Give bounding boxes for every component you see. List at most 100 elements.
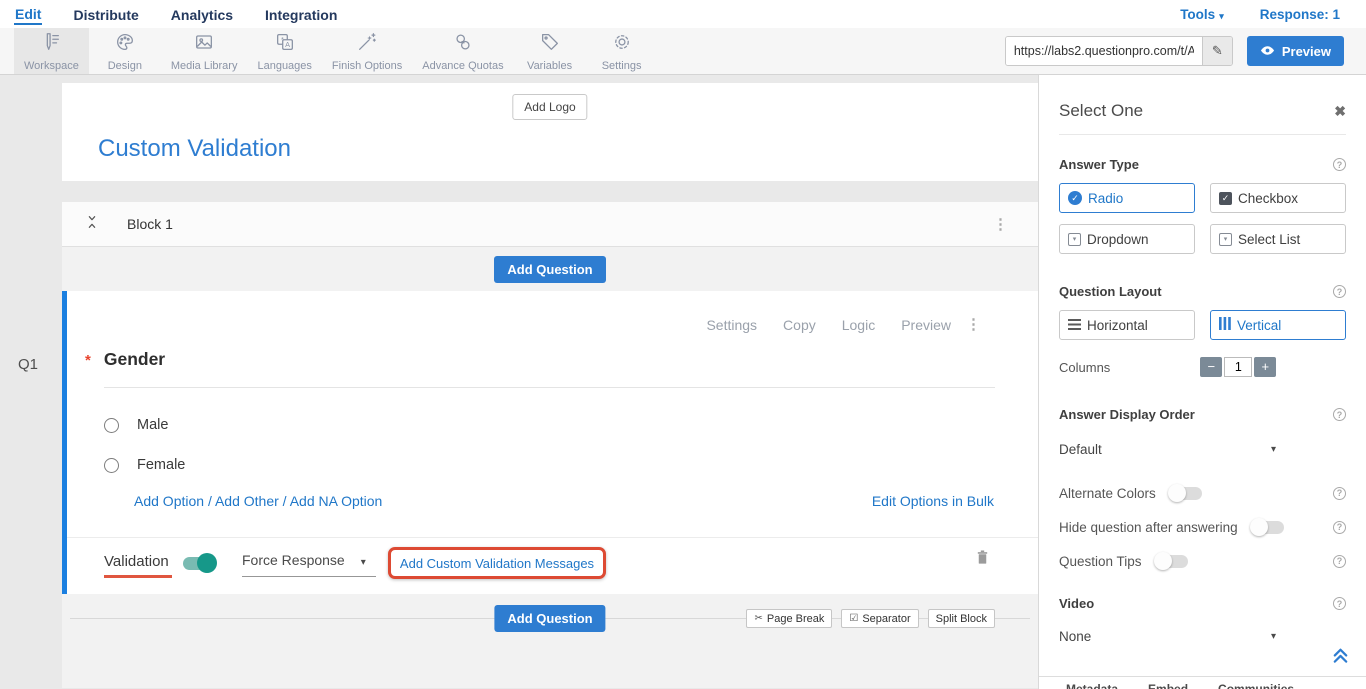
block-container: Block 1 ⋮ Add Question Settings Copy Log… (62, 202, 1038, 688)
collapse-block-icon[interactable] (84, 213, 100, 236)
layout-horizontal-button[interactable]: Horizontal (1059, 310, 1195, 340)
tab-embed[interactable]: Embed (1148, 682, 1188, 689)
block-menu-dots-icon[interactable]: ⋮ (993, 215, 1008, 233)
add-custom-validation-messages-link[interactable]: Add Custom Validation Messages (400, 556, 594, 571)
question-logic-link[interactable]: Logic (842, 317, 875, 333)
answer-type-dropdown-button[interactable]: Dropdown (1059, 224, 1195, 254)
answer-type-radio-button[interactable]: Radio (1059, 183, 1195, 213)
svg-text:A: A (285, 40, 290, 49)
toolbar-tab-advance-quotas[interactable]: Advance Quotas (412, 28, 513, 74)
columns-value-input[interactable] (1224, 357, 1252, 377)
validation-label: Validation (104, 553, 169, 570)
delete-question-trash-icon[interactable] (975, 549, 990, 571)
close-icon[interactable]: ✖ (1334, 103, 1346, 120)
question-settings-link[interactable]: Settings (706, 317, 757, 333)
validation-toggle[interactable] (183, 557, 215, 570)
nav-item-distribute[interactable]: Distribute (72, 4, 139, 24)
toolbar-tab-workspace[interactable]: Workspace (14, 28, 89, 74)
help-icon[interactable] (1333, 487, 1346, 500)
block-title[interactable]: Block 1 (127, 216, 173, 232)
check-circle-icon (1068, 191, 1082, 205)
validation-row-divider (67, 537, 1038, 538)
answer-type-select-list-button[interactable]: Select List (1210, 224, 1346, 254)
nav-item-analytics[interactable]: Analytics (170, 4, 234, 24)
red-underline-annotation (104, 575, 172, 578)
question-index: Q1 (18, 356, 38, 373)
columns-row: Columns − + (1059, 357, 1346, 377)
answer-option-label[interactable]: Female (137, 457, 185, 473)
add-option-link[interactable]: Add Option (134, 493, 204, 509)
radio-button-icon[interactable] (104, 458, 119, 473)
help-icon[interactable] (1333, 285, 1346, 298)
link-separator: / (204, 493, 215, 509)
help-icon[interactable] (1333, 521, 1346, 534)
video-dropdown[interactable]: None ▾ (1059, 629, 1276, 644)
answer-display-order-dropdown[interactable]: Default ▾ (1059, 442, 1276, 457)
tab-metadata[interactable]: Metadata (1066, 682, 1118, 689)
answer-type-options: Radio Checkbox Dropdown Select List (1059, 183, 1346, 254)
preview-button[interactable]: Preview (1247, 36, 1344, 66)
survey-url-input[interactable] (1006, 37, 1202, 65)
add-question-button-top[interactable]: Add Question (494, 256, 605, 283)
toolbar-tab-languages[interactable]: *A Languages (247, 28, 321, 74)
question-preview-link[interactable]: Preview (901, 317, 951, 333)
help-icon[interactable] (1333, 555, 1346, 568)
question-title[interactable]: Gender (104, 349, 165, 370)
edit-url-pencil-icon[interactable]: ✎ (1202, 37, 1232, 65)
add-other-link[interactable]: Add Other (215, 493, 279, 509)
columns-minus-button[interactable]: − (1200, 357, 1222, 377)
toolbar-tab-settings[interactable]: Settings (586, 28, 658, 74)
nav-right: Tools▾ Response: 1 (1180, 7, 1352, 22)
toolbar-tab-design[interactable]: Design (89, 28, 161, 74)
panel-bottom-tabs: Metadata Embed Communities (1039, 676, 1366, 689)
layout-vertical-button[interactable]: Vertical (1210, 310, 1346, 340)
force-response-dropdown[interactable]: Force Response▾ (242, 552, 376, 577)
question-menu-dots-icon[interactable]: ⋮ (966, 315, 981, 333)
panel-divider (1059, 134, 1346, 135)
vertical-bars-icon (1219, 317, 1231, 333)
answer-type-checkbox-button[interactable]: Checkbox (1210, 183, 1346, 213)
scroll-to-top-icon[interactable] (1331, 645, 1350, 669)
alternate-colors-toggle[interactable] (1170, 487, 1202, 500)
tools-dropdown[interactable]: Tools▾ (1180, 7, 1224, 22)
response-count-link[interactable]: Response: 1 (1260, 7, 1340, 22)
toolbar: Workspace Design Media Library *A Langua… (0, 28, 1366, 75)
columns-stepper: − + (1200, 357, 1276, 377)
question-tips-toggle[interactable] (1156, 555, 1188, 568)
tab-communities[interactable]: Communities (1218, 682, 1294, 689)
edit-options-in-bulk-link[interactable]: Edit Options in Bulk (872, 493, 994, 509)
survey-canvas: Q1 Add Logo Custom Validation Block 1 ⋮ … (0, 75, 1038, 689)
alternate-colors-label: Alternate Colors (1059, 486, 1156, 501)
separator-button[interactable]: ☑Separator (841, 609, 918, 628)
page-break-button[interactable]: ✂Page Break (746, 609, 832, 628)
question-toolbar: Settings Copy Logic Preview (706, 317, 951, 333)
toolbar-tab-variables[interactable]: Variables (514, 28, 586, 74)
toolbar-tab-finish-options[interactable]: Finish Options (322, 28, 412, 74)
question-title-row: * Gender (85, 349, 165, 370)
help-icon[interactable] (1333, 408, 1346, 421)
help-icon[interactable] (1333, 158, 1346, 171)
add-na-option-link[interactable]: Add NA Option (290, 493, 383, 509)
survey-title[interactable]: Custom Validation (98, 135, 291, 163)
radio-button-icon[interactable] (104, 418, 119, 433)
toolbar-tab-media-library[interactable]: Media Library (161, 28, 248, 74)
question-tips-label: Question Tips (1059, 554, 1142, 569)
nav-item-integration[interactable]: Integration (264, 4, 338, 24)
add-question-button-bottom[interactable]: Add Question (494, 605, 605, 632)
survey-header-card: Add Logo Custom Validation (62, 83, 1038, 181)
nav-item-edit[interactable]: Edit (14, 3, 42, 25)
columns-plus-button[interactable]: + (1254, 357, 1276, 377)
add-option-links: Add Option / Add Other / Add NA Option (134, 493, 382, 509)
chevron-down-icon: ▾ (1271, 631, 1276, 642)
hide-question-toggle[interactable] (1252, 521, 1284, 534)
split-block-button[interactable]: Split Block (928, 609, 995, 628)
answer-option-label[interactable]: Male (137, 417, 168, 433)
help-icon[interactable] (1333, 597, 1346, 610)
question-copy-link[interactable]: Copy (783, 317, 816, 333)
dropdown-box-icon (1219, 233, 1232, 246)
tag-icon (539, 31, 561, 58)
alternate-colors-row: Alternate Colors (1059, 484, 1346, 502)
add-logo-button[interactable]: Add Logo (512, 94, 587, 120)
columns-label: Columns (1059, 360, 1110, 375)
horizontal-bars-icon (1068, 318, 1081, 333)
